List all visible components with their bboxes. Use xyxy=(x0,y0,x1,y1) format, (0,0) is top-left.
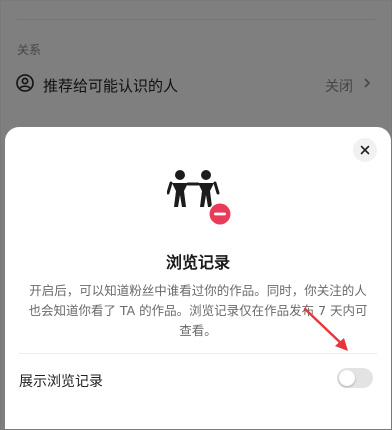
view-history-sheet: 浏览记录 开启后，可以知道粉丝中谁看过你的作品。同时，你关注的人也会知道你看了 … xyxy=(5,127,391,429)
close-icon xyxy=(360,145,370,155)
screenshot-frame: 关系 推荐给可能认识的人 关闭 xyxy=(0,0,392,430)
sheet-title: 浏览记录 xyxy=(165,253,230,272)
toggle-label: 展示浏览记录 xyxy=(19,374,103,390)
close-button[interactable] xyxy=(353,138,377,162)
annotation-arrow-icon xyxy=(303,307,348,351)
view-history-icon xyxy=(167,170,232,226)
show-view-history-row: 展示浏览记录 xyxy=(5,361,391,395)
toggle-knob xyxy=(339,370,355,386)
show-view-history-toggle[interactable] xyxy=(337,368,373,388)
